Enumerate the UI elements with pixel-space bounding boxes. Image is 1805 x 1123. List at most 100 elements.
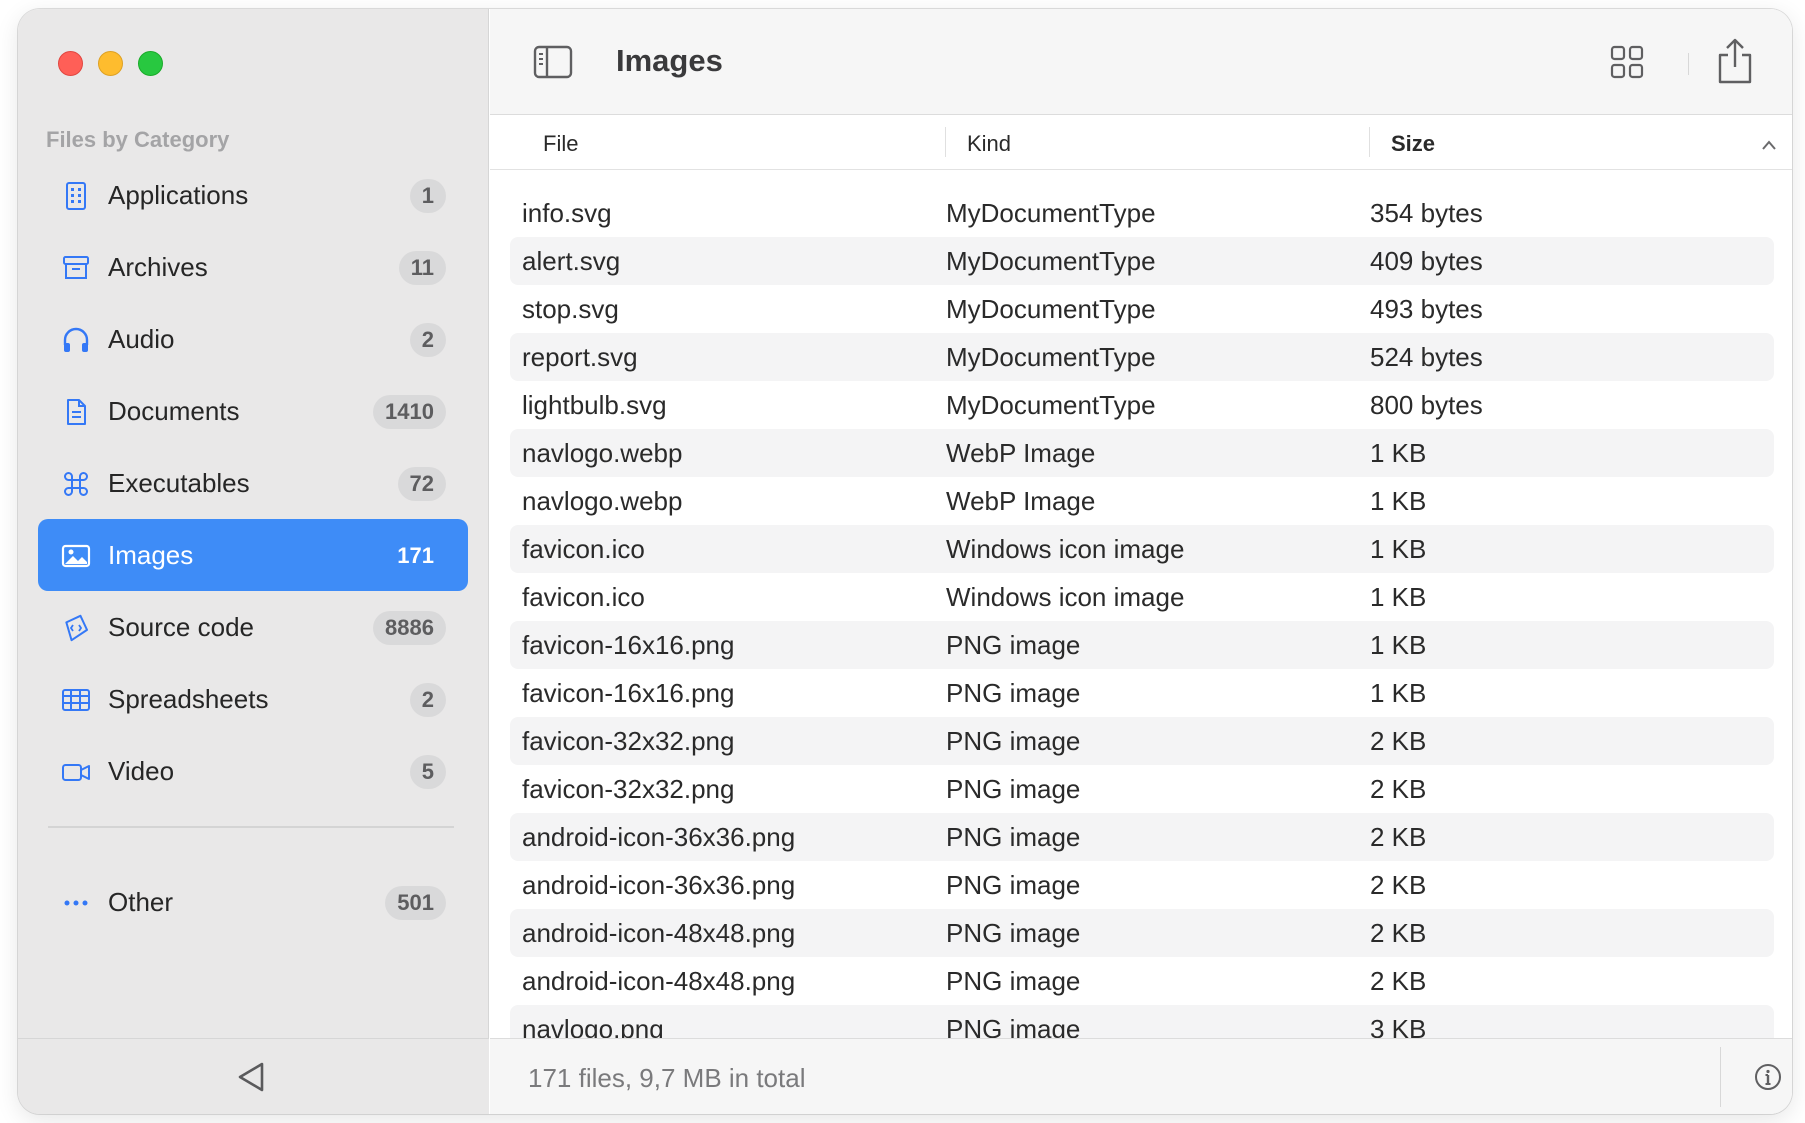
sidebar-item-spreadsheets[interactable]: Spreadsheets 2 [38, 663, 468, 735]
table-row[interactable]: favicon.ico Windows icon image 1 KB [510, 573, 1774, 621]
count-badge: 8886 [373, 611, 446, 645]
cell-kind: PNG image [946, 678, 1081, 708]
cell-file: alert.svg [522, 246, 621, 276]
category-list: Applications 1 Archives 11 Audio 2 Docum… [38, 159, 468, 807]
cell-file: android-icon-48x48.png [522, 966, 796, 996]
table-row[interactable]: android-icon-48x48.png PNG image 2 KB [510, 909, 1774, 957]
cell-size: 354 bytes [1370, 198, 1483, 228]
table-row[interactable]: favicon-16x16.png PNG image 1 KB [510, 669, 1774, 717]
cell-kind: PNG image [946, 918, 1081, 948]
cell-file: android-icon-36x36.png [522, 870, 796, 900]
sidebar-item-label: Source code [108, 611, 254, 642]
cell-size: 2 KB [1370, 822, 1427, 852]
cell-size: 1 KB [1370, 582, 1427, 612]
table-row[interactable]: favicon-32x32.png PNG image 2 KB [510, 765, 1774, 813]
share-icon[interactable] [1714, 37, 1756, 85]
sidebar-item-label: Applications [108, 179, 249, 210]
collapse-left-icon[interactable] [234, 1059, 268, 1095]
toolbar: Images [490, 9, 1792, 115]
table-row[interactable]: android-icon-36x36.png PNG image 2 KB [510, 813, 1774, 861]
sidebar-item-images[interactable]: Images 171 [38, 519, 468, 591]
cell-file: favicon-32x32.png [522, 726, 735, 756]
sidebar-toggle-icon[interactable] [533, 45, 573, 79]
cell-kind: WebP Image [946, 486, 1096, 516]
sidebar: Files by Category Applications 1 Archive… [18, 9, 489, 1114]
sidebar-item-label: Executables [108, 467, 250, 498]
cell-kind: MyDocumentType [946, 198, 1156, 228]
cell-kind: PNG image [946, 822, 1081, 852]
cell-size: 2 KB [1370, 774, 1427, 804]
table-row[interactable]: alert.svg MyDocumentType 409 bytes [510, 237, 1774, 285]
cell-kind: PNG image [946, 726, 1081, 756]
cell-size: 1 KB [1370, 678, 1427, 708]
info-icon[interactable] [1754, 1063, 1782, 1091]
cell-kind: WebP Image [946, 438, 1096, 468]
cell-size: 800 bytes [1370, 390, 1483, 420]
table-row[interactable]: android-icon-48x48.png PNG image 2 KB [510, 957, 1774, 1005]
cell-kind: PNG image [946, 870, 1081, 900]
sidebar-item-label: Archives [108, 251, 208, 282]
toolbar-separator [1688, 53, 1689, 75]
sidebar-item-audio[interactable]: Audio 2 [38, 303, 468, 375]
grid-view-icon[interactable] [1610, 45, 1644, 79]
column-header-file[interactable]: File [543, 131, 578, 157]
cell-file: favicon-16x16.png [522, 678, 735, 708]
cell-kind: MyDocumentType [946, 342, 1156, 372]
sort-ascending-icon[interactable] [1760, 139, 1778, 151]
sidebar-item-label: Audio [108, 323, 175, 354]
file-table-body: info.svg MyDocumentType 354 bytes alert.sv… [510, 189, 1774, 1053]
column-header-size[interactable]: Size [1391, 131, 1435, 157]
cell-file: favicon-32x32.png [522, 774, 735, 804]
cell-file: report.svg [522, 342, 638, 372]
column-header-kind[interactable]: Kind [967, 131, 1011, 157]
sidebar-item-source-code[interactable]: Source code 8886 [38, 591, 468, 663]
zoom-window-button[interactable] [138, 51, 163, 76]
cell-file: favicon-16x16.png [522, 630, 735, 660]
sidebar-footer [18, 1038, 489, 1114]
ellipsis-icon [61, 888, 91, 918]
sidebar-item-executables[interactable]: Executables 72 [38, 447, 468, 519]
window-controls [58, 51, 163, 76]
cell-size: 1 KB [1370, 534, 1427, 564]
cell-size: 2 KB [1370, 918, 1427, 948]
cell-file: info.svg [522, 198, 612, 228]
column-separator[interactable] [1369, 127, 1370, 157]
sidebar-divider [48, 826, 454, 828]
main-content: Images File Kind Size info.svg MyDocument… [490, 9, 1792, 1114]
table-icon [61, 685, 91, 715]
count-badge: 72 [397, 467, 446, 501]
sidebar-item-archives[interactable]: Archives 11 [38, 231, 468, 303]
sidebar-item-video[interactable]: Video 5 [38, 735, 468, 807]
sidebar-item-label: Video [108, 755, 175, 786]
table-row[interactable]: lightbulb.svg MyDocumentType 800 bytes [510, 381, 1774, 429]
close-window-button[interactable] [58, 51, 83, 76]
sidebar-item-documents[interactable]: Documents 1410 [38, 375, 468, 447]
photo-icon [61, 541, 91, 571]
table-header: File Kind Size [490, 115, 1792, 170]
minimize-window-button[interactable] [98, 51, 123, 76]
app-window: Files by Category Applications 1 Archive… [18, 9, 1792, 1114]
table-row[interactable]: navlogo.webp WebP Image 1 KB [510, 429, 1774, 477]
table-row[interactable]: favicon-32x32.png PNG image 2 KB [510, 717, 1774, 765]
cell-size: 1 KB [1370, 630, 1427, 660]
table-row[interactable]: favicon.ico Windows icon image 1 KB [510, 525, 1774, 573]
cell-file: favicon.ico [522, 582, 645, 612]
cell-kind: PNG image [946, 630, 1081, 660]
column-separator[interactable] [945, 127, 946, 157]
cell-file: stop.svg [522, 294, 619, 324]
archive-box-icon [61, 253, 91, 283]
table-row[interactable]: favicon-16x16.png PNG image 1 KB [510, 621, 1774, 669]
sidebar-item-applications[interactable]: Applications 1 [38, 159, 468, 231]
sidebar-item-label: Other [108, 886, 174, 917]
table-row[interactable]: report.svg MyDocumentType 524 bytes [510, 333, 1774, 381]
cell-file: navlogo.webp [522, 486, 683, 516]
cell-kind: PNG image [946, 774, 1081, 804]
sidebar-item-other[interactable]: Other 501 [38, 866, 468, 938]
cell-kind: MyDocumentType [946, 294, 1156, 324]
source-code-icon [61, 613, 91, 643]
table-row[interactable]: android-icon-36x36.png PNG image 2 KB [510, 861, 1774, 909]
table-row[interactable]: stop.svg MyDocumentType 493 bytes [510, 285, 1774, 333]
table-row[interactable]: info.svg MyDocumentType 354 bytes [510, 189, 1774, 237]
table-row[interactable]: navlogo.webp WebP Image 1 KB [510, 477, 1774, 525]
cell-size: 2 KB [1370, 726, 1427, 756]
